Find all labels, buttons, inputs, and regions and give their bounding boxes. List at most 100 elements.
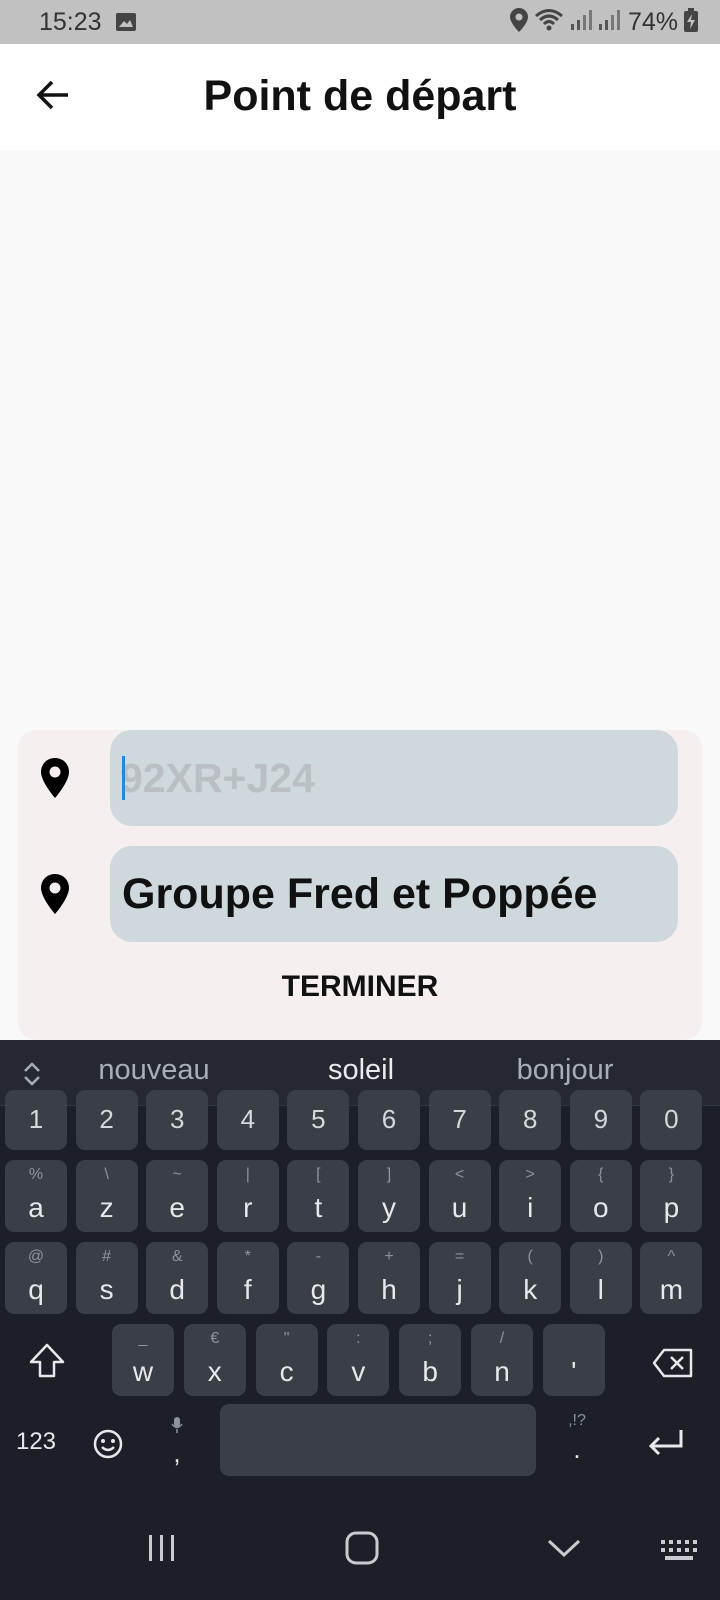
signal-icon-2 [598,9,620,36]
key-label: e [169,1192,185,1223]
suggestion-2[interactable]: soleil [261,1054,461,1087]
key-label: ' [571,1356,577,1387]
key-n[interactable]: / n [471,1324,533,1396]
key-w[interactable]: _ w [112,1324,174,1396]
key-label: 1 [28,1104,44,1134]
key-label: f [243,1274,252,1305]
period-key-label: . [573,1434,581,1464]
expand-toolbar-icon[interactable] [20,1060,44,1088]
space-bar[interactable] [220,1404,536,1476]
key-z[interactable]: \ z [75,1160,138,1232]
key-i[interactable]: > i [499,1160,562,1232]
shift-icon [28,1342,66,1385]
home-icon[interactable] [344,1530,380,1571]
key-f[interactable]: * f [216,1242,279,1314]
key-1[interactable]: 1 [5,1090,67,1150]
key-apostrophe[interactable]: ' [542,1324,605,1396]
key-8[interactable]: 8 [499,1090,562,1150]
key-c[interactable]: " c [255,1324,318,1396]
key-label: 4 [240,1104,256,1134]
key-label: b [422,1356,438,1387]
key-b[interactable]: ; b [399,1324,462,1396]
key-label: h [381,1274,397,1305]
period-key[interactable]: ,!? . [546,1408,608,1480]
enter-key[interactable] [630,1408,706,1480]
emoji-key[interactable] [76,1408,138,1480]
key-q[interactable]: @ q [5,1242,67,1314]
wifi-icon [534,8,564,37]
shift-key[interactable] [8,1326,86,1398]
suggestion-3[interactable]: bonjour [465,1054,665,1087]
key-y[interactable]: ] y [358,1160,420,1232]
key-label: n [494,1356,510,1387]
navigation-bar [0,1506,720,1600]
start-field[interactable] [110,730,678,826]
key-label: x [207,1356,222,1387]
comma-key[interactable]: , [146,1408,208,1480]
key-secondary-label: & [171,1248,183,1265]
key-l[interactable]: ) l [569,1242,632,1314]
key-label: s [99,1274,114,1305]
key-label: 7 [452,1104,467,1134]
backspace-key[interactable] [636,1326,714,1398]
key-t[interactable]: [t [287,1160,350,1232]
start-input[interactable] [120,730,670,826]
key-label: r [243,1192,253,1223]
key-label: 3 [169,1104,185,1134]
key-6[interactable]: 6 [358,1090,420,1150]
key-2[interactable]: 2 [75,1090,138,1150]
suggestion-1[interactable]: nouveau [54,1054,254,1087]
key-secondary-label: ] [386,1166,392,1183]
enter-icon [646,1428,686,1463]
key-r[interactable]: | r [216,1160,279,1232]
key-label: 9 [593,1104,609,1134]
key-g[interactable]: -g [287,1242,350,1314]
key-secondary-label: { [598,1166,604,1183]
key-7[interactable]: 7 [428,1090,491,1150]
key-p[interactable]: } p [640,1160,703,1232]
key-a[interactable]: % a [5,1160,67,1232]
finish-button[interactable]: TERMINER [18,962,702,1012]
key-k[interactable]: (k [499,1242,562,1314]
key-e[interactable]: ~ e [146,1160,209,1232]
key-4[interactable]: 4 [216,1090,279,1150]
backspace-icon [652,1348,694,1383]
key-secondary-label: " [283,1330,290,1347]
key-j[interactable]: = j [428,1242,491,1314]
key-0[interactable]: 0 [640,1090,703,1150]
key-9[interactable]: 9 [569,1090,632,1150]
signal-icon [570,9,592,36]
status-bar: 15:23 74% [0,0,720,44]
symbols-key[interactable]: 123 [6,1408,66,1480]
key-5[interactable]: 5 [287,1090,350,1150]
comma-key-label: , [173,1438,181,1468]
map-area[interactable] [0,150,720,730]
key-label: u [451,1192,468,1223]
mic-icon [170,1416,184,1439]
key-secondary-label: ( [527,1248,533,1265]
hide-keyboard-icon[interactable] [546,1536,582,1565]
key-secondary-label: + [384,1248,394,1265]
key-m[interactable]: ^ m [640,1242,703,1314]
key-label: k [523,1274,538,1305]
key-label: j [456,1274,463,1305]
battery-charging-icon [684,7,698,37]
key-h[interactable]: + h [358,1242,420,1314]
key-u[interactable]: < u [428,1160,491,1232]
key-s[interactable]: # s [75,1242,138,1314]
key-secondary-label: € [210,1330,220,1347]
recent-apps-icon[interactable] [146,1532,178,1569]
text-caret [122,756,125,800]
key-secondary-label: = [454,1248,465,1265]
key-v[interactable]: :v [327,1324,390,1396]
key-label: 8 [522,1104,538,1134]
key-x[interactable]: € x [183,1324,246,1396]
key-3[interactable]: 3 [146,1090,209,1150]
key-o[interactable]: {o [569,1160,632,1232]
key-secondary-label: < [454,1166,465,1183]
key-secondary-label: / [499,1330,505,1347]
destination-field[interactable]: Groupe Fred et Poppée [110,846,678,942]
key-d[interactable]: & d [146,1242,209,1314]
keyboard-switch-icon[interactable] [660,1538,700,1567]
app-header: Point de départ [0,44,720,150]
